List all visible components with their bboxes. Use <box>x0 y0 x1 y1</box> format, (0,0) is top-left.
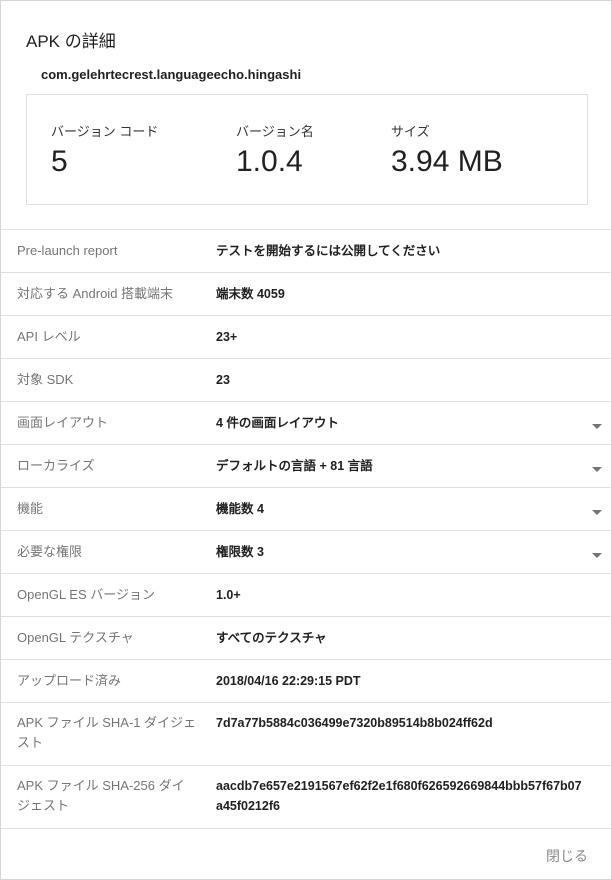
detail-row: Pre-launch report テストを開始するには公開してください <box>1 230 612 273</box>
detail-value: テストを開始するには公開してください <box>216 244 441 258</box>
detail-row: 対象 SDK 23 <box>1 359 612 402</box>
apk-details-dialog: APK の詳細 com.gelehrtecrest.languageecho.h… <box>0 0 612 880</box>
detail-row: OpenGL テクスチャ すべてのテクスチャ <box>1 617 612 660</box>
chevron-down-icon[interactable] <box>592 552 602 558</box>
stat-value: 3.94 MB <box>391 145 503 178</box>
stat-label: サイズ <box>391 124 430 139</box>
detail-label: APK ファイル SHA-1 ダイジェスト <box>17 715 197 750</box>
detail-value: 23 <box>216 373 230 387</box>
detail-row: APK ファイル SHA-1 ダイジェスト 7d7a77b5884c036499e… <box>1 703 612 766</box>
detail-label: OpenGL ES バージョン <box>17 587 155 602</box>
package-name: com.gelehrtecrest.languageecho.hingashi <box>41 67 302 82</box>
chevron-down-icon[interactable] <box>592 466 602 472</box>
detail-label: アップロード済み <box>17 673 122 688</box>
detail-value: 権限数 3 <box>216 545 264 559</box>
dialog-footer: 閉じる <box>1 829 612 880</box>
detail-row[interactable]: 必要な権限 権限数 3 <box>1 531 612 574</box>
dialog-title: APK の詳細 <box>26 32 116 51</box>
detail-row[interactable]: ローカライズ デフォルトの言語 + 81 言語 <box>1 445 612 488</box>
detail-value: すべてのテクスチャ <box>216 631 327 645</box>
detail-value: 2018/04/16 22:29:15 PDT <box>216 674 361 688</box>
details-table: Pre-launch report テストを開始するには公開してください対応する … <box>1 229 612 829</box>
detail-label: APK ファイル SHA-256 ダイジェスト <box>17 778 185 813</box>
detail-label: Pre-launch report <box>17 243 118 258</box>
detail-label: 必要な権限 <box>17 544 83 559</box>
detail-value: デフォルトの言語 + 81 言語 <box>216 459 373 473</box>
detail-value: 4 件の画面レイアウト <box>216 416 339 430</box>
detail-label: 対応する Android 搭載端末 <box>17 286 174 301</box>
detail-row[interactable]: 機能 機能数 4 <box>1 488 612 531</box>
detail-label: ローカライズ <box>17 458 95 473</box>
detail-label: API レベル <box>17 329 81 344</box>
detail-value: 23+ <box>216 330 238 344</box>
detail-label: OpenGL テクスチャ <box>17 630 134 645</box>
detail-row: API レベル 23+ <box>1 316 612 359</box>
detail-row[interactable]: 画面レイアウト 4 件の画面レイアウト <box>1 402 612 445</box>
stat-label: バージョン コード <box>51 124 159 139</box>
detail-value: aacdb7e657e2191567ef62f2e1f680f626592669… <box>216 779 582 813</box>
detail-value: 機能数 4 <box>216 502 264 516</box>
detail-label: 対象 SDK <box>17 372 74 387</box>
stat-value: 5 <box>51 145 68 178</box>
chevron-down-icon[interactable] <box>592 423 602 429</box>
detail-label: 機能 <box>17 501 44 516</box>
stat-value: 1.0.4 <box>236 145 303 178</box>
stat-label: バージョン名 <box>236 124 314 139</box>
chevron-down-icon[interactable] <box>592 509 602 515</box>
detail-row: アップロード済み 2018/04/16 22:29:15 PDT <box>1 660 612 703</box>
detail-row: OpenGL ES バージョン 1.0+ <box>1 574 612 617</box>
close-button[interactable]: 閉じる <box>546 846 588 866</box>
detail-label: 画面レイアウト <box>17 415 109 430</box>
version-stats-box: バージョン コード 5 バージョン名 1.0.4 サイズ 3.94 MB <box>26 94 588 205</box>
detail-value: 1.0+ <box>216 588 241 602</box>
detail-row: APK ファイル SHA-256 ダイジェスト aacdb7e657e219156… <box>1 766 612 829</box>
detail-value: 端末数 4059 <box>216 287 285 301</box>
detail-value: 7d7a77b5884c036499e7320b89514b8b024ff62d <box>216 716 493 730</box>
detail-row: 対応する Android 搭載端末 端末数 4059 <box>1 273 612 316</box>
